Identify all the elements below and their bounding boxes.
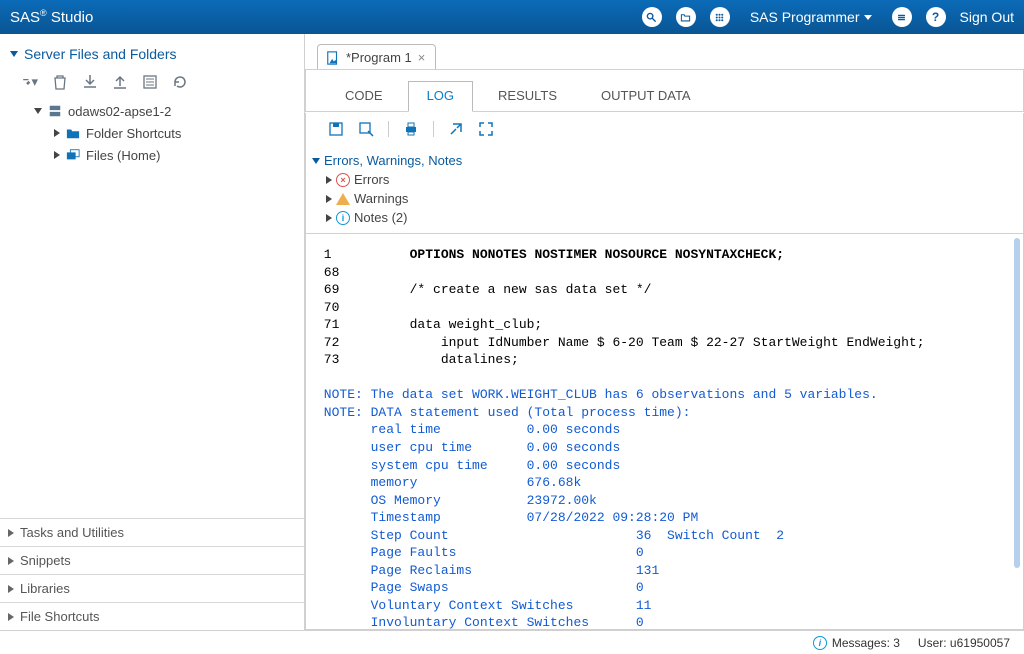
save-as-icon[interactable] <box>358 121 374 137</box>
log-toolbar <box>305 113 1024 145</box>
signout-link[interactable]: Sign Out <box>960 9 1014 25</box>
chevron-right-icon <box>326 195 332 203</box>
open-icon[interactable] <box>676 7 696 27</box>
refresh-icon[interactable] <box>172 74 188 90</box>
home-icon <box>65 147 81 163</box>
error-icon: × <box>336 173 350 187</box>
folder-shortcut-icon <box>65 125 81 141</box>
more-icon[interactable] <box>892 7 912 27</box>
program-tab[interactable]: *Program 1 × <box>317 44 436 70</box>
server-label: odaws02-apse1-2 <box>68 104 171 119</box>
chevron-right-icon <box>326 214 332 222</box>
tab-code[interactable]: CODE <box>326 81 402 112</box>
tab-log[interactable]: LOG <box>408 81 473 112</box>
chevron-right-icon <box>54 151 60 159</box>
libraries-panel-header[interactable]: Libraries <box>0 574 304 602</box>
chevron-down-icon <box>312 158 320 164</box>
chevron-down-icon <box>34 108 42 114</box>
editor-region: *Program 1 × CODE LOG RESULTS OUTPUT DAT… <box>305 34 1024 630</box>
left-sidebar: Server Files and Folders ▾ odaws02-apse1… <box>0 34 305 630</box>
files-home-node[interactable]: Files (Home) <box>54 144 304 166</box>
topbar-icons: SAS Programmer ? Sign Out <box>642 7 1014 27</box>
info-icon: i <box>336 211 350 225</box>
delete-icon[interactable] <box>52 74 68 90</box>
log-output[interactable]: 1 OPTIONS NONOTES NOSTIMER NOSOURCE NOSY… <box>305 233 1024 630</box>
program-tab-label: *Program 1 <box>346 50 412 65</box>
chevron-right-icon <box>8 613 14 621</box>
separator <box>433 121 434 137</box>
popout-icon[interactable] <box>448 121 464 137</box>
chevron-right-icon <box>8 557 14 565</box>
sidebar-toolbar: ▾ <box>0 70 304 98</box>
file-tree: odaws02-apse1-2 Folder Shortcuts Files (… <box>0 98 304 518</box>
files-home-label: Files (Home) <box>86 148 160 163</box>
chevron-down-icon <box>864 15 872 20</box>
messages-indicator[interactable]: iMessages: 3 <box>813 636 900 650</box>
editor-subtabs: CODE LOG RESULTS OUTPUT DATA <box>305 69 1024 112</box>
print-icon[interactable] <box>403 121 419 137</box>
help-icon[interactable]: ? <box>926 7 946 27</box>
log-errors-row[interactable]: ×Errors <box>326 170 1023 189</box>
log-summary-header[interactable]: Errors, Warnings, Notes <box>312 151 1023 170</box>
snippets-panel-header[interactable]: Snippets <box>0 546 304 574</box>
file-shortcuts-panel-header[interactable]: File Shortcuts <box>0 602 304 630</box>
brand: SAS® Studio <box>10 8 93 26</box>
tab-output-data[interactable]: OUTPUT DATA <box>582 81 710 112</box>
close-icon[interactable]: × <box>418 50 426 65</box>
tab-results[interactable]: RESULTS <box>479 81 576 112</box>
server-node[interactable]: odaws02-apse1-2 <box>34 100 304 122</box>
role-dropdown[interactable]: SAS Programmer <box>750 9 872 25</box>
file-tabbar: *Program 1 × <box>305 34 1024 70</box>
separator <box>388 121 389 137</box>
upload-icon[interactable] <box>112 74 128 90</box>
new-icon[interactable]: ▾ <box>22 74 38 90</box>
chevron-right-icon <box>8 529 14 537</box>
status-bar: iMessages: 3 User: u61950057 <box>0 630 1024 654</box>
log-notes-row[interactable]: iNotes (2) <box>326 208 1023 227</box>
properties-icon[interactable] <box>142 74 158 90</box>
panel-title: Server Files and Folders <box>24 46 177 62</box>
chevron-right-icon <box>8 585 14 593</box>
info-icon: i <box>813 636 827 650</box>
log-warnings-row[interactable]: Warnings <box>326 189 1023 208</box>
user-indicator: User: u61950057 <box>918 636 1010 650</box>
tasks-panel-header[interactable]: Tasks and Utilities <box>0 518 304 546</box>
warning-icon <box>336 193 350 205</box>
download-icon[interactable] <box>82 74 98 90</box>
chevron-right-icon <box>326 176 332 184</box>
topbar: SAS® Studio SAS Programmer ? Sign Out <box>0 0 1024 34</box>
fullscreen-icon[interactable] <box>478 121 494 137</box>
chevron-down-icon <box>10 51 18 57</box>
apps-icon[interactable] <box>710 7 730 27</box>
program-file-icon <box>326 51 340 65</box>
server-icon <box>47 103 63 119</box>
save-icon[interactable] <box>328 121 344 137</box>
folder-shortcuts-node[interactable]: Folder Shortcuts <box>54 122 304 144</box>
server-files-panel-header[interactable]: Server Files and Folders <box>0 34 304 70</box>
scrollbar[interactable] <box>1014 238 1020 568</box>
log-summary: Errors, Warnings, Notes ×Errors Warnings… <box>305 145 1024 233</box>
folder-shortcuts-label: Folder Shortcuts <box>86 126 181 141</box>
chevron-right-icon <box>54 129 60 137</box>
search-icon[interactable] <box>642 7 662 27</box>
